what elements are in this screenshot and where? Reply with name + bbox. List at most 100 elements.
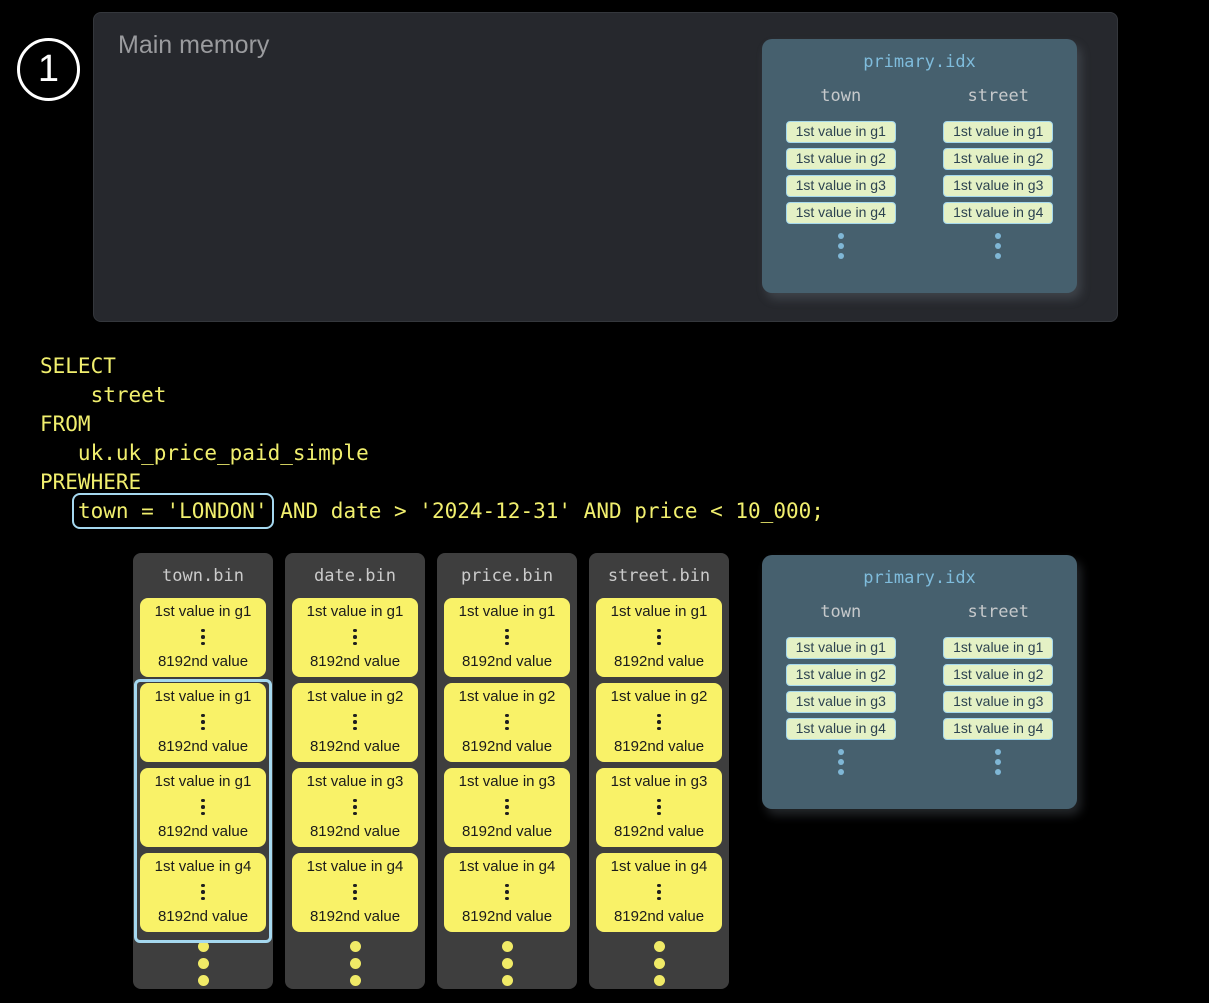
vertical-ellipsis-icon bbox=[657, 626, 661, 649]
dot bbox=[505, 890, 509, 894]
index-entry: 1st value in g4 bbox=[786, 202, 896, 224]
dot bbox=[201, 642, 205, 646]
column-header-street: street bbox=[920, 602, 1078, 622]
granule: 1st value in g4 8192nd value bbox=[292, 853, 418, 932]
index-entries: 1st value in g1 1st value in g2 1st valu… bbox=[920, 637, 1078, 740]
index-entry: 1st value in g2 bbox=[943, 148, 1053, 170]
dot bbox=[198, 941, 209, 952]
granule: 1st value in g3 8192nd value bbox=[596, 768, 722, 847]
granule: 1st value in g4 8192nd value bbox=[140, 853, 266, 932]
granule-first-value: 1st value in g1 bbox=[611, 604, 708, 621]
vertical-ellipsis-icon bbox=[201, 711, 205, 734]
granule-first-value: 1st value in g4 bbox=[459, 859, 556, 876]
column-header-town: town bbox=[762, 602, 920, 622]
step-number: 1 bbox=[38, 48, 59, 91]
dot bbox=[505, 805, 509, 809]
vertical-ellipsis-icon bbox=[505, 881, 509, 904]
dot bbox=[505, 714, 509, 718]
dot bbox=[201, 812, 205, 816]
index-entry: 1st value in g3 bbox=[943, 175, 1053, 197]
granule: 1st value in g2 8192nd value bbox=[292, 683, 418, 762]
index-entries: 1st value in g1 1st value in g2 1st valu… bbox=[762, 637, 920, 740]
granule-first-value: 1st value in g4 bbox=[307, 859, 404, 876]
primary-idx-column-town: town 1st value in g1 1st value in g2 1st… bbox=[762, 72, 920, 263]
column-header-town: town bbox=[762, 86, 920, 106]
dot bbox=[995, 233, 1001, 239]
dot bbox=[838, 769, 844, 775]
dot bbox=[657, 714, 661, 718]
granule: 1st value in g1 8192nd value bbox=[140, 598, 266, 677]
dot bbox=[654, 941, 665, 952]
index-entry: 1st value in g1 bbox=[943, 121, 1053, 143]
index-entry: 1st value in g4 bbox=[786, 718, 896, 740]
dot bbox=[838, 233, 844, 239]
granule-last-value: 8192nd value bbox=[614, 654, 704, 671]
granule: 1st value in g3 8192nd value bbox=[292, 768, 418, 847]
granule-first-value: 1st value in g4 bbox=[155, 859, 252, 876]
dot bbox=[353, 720, 357, 724]
granule-first-value: 1st value in g1 bbox=[155, 604, 252, 621]
column-file-town-bin: town.bin 1st value in g1 8192nd value 1s… bbox=[133, 553, 273, 989]
index-entry: 1st value in g1 bbox=[943, 637, 1053, 659]
index-entry: 1st value in g3 bbox=[786, 691, 896, 713]
dot bbox=[353, 890, 357, 894]
granule: 1st value in g1 8192nd value bbox=[292, 598, 418, 677]
dot bbox=[657, 799, 661, 803]
dot bbox=[838, 243, 844, 249]
dot bbox=[505, 629, 509, 633]
dot bbox=[353, 714, 357, 718]
dot bbox=[353, 635, 357, 639]
primary-idx-panel-top: primary.idx town 1st value in g1 1st val… bbox=[762, 39, 1077, 293]
index-entry: 1st value in g3 bbox=[786, 175, 896, 197]
granule-list: 1st value in g1 8192nd value 1st value i… bbox=[589, 598, 729, 932]
vertical-ellipsis-icon bbox=[353, 711, 357, 734]
dot bbox=[353, 799, 357, 803]
vertical-ellipsis-icon bbox=[201, 796, 205, 819]
dot bbox=[502, 941, 513, 952]
dot bbox=[657, 727, 661, 731]
index-entry: 1st value in g1 bbox=[786, 121, 896, 143]
dot bbox=[654, 958, 665, 969]
dot bbox=[201, 635, 205, 639]
dot bbox=[505, 727, 509, 731]
granule-first-value: 1st value in g2 bbox=[611, 689, 708, 706]
granule-list: 1st value in g1 8192nd value 1st value i… bbox=[437, 598, 577, 932]
vertical-ellipsis-icon bbox=[505, 796, 509, 819]
vertical-ellipsis-icon bbox=[762, 233, 920, 259]
granule-last-value: 8192nd value bbox=[310, 909, 400, 926]
granule-first-value: 1st value in g2 bbox=[307, 689, 404, 706]
granule: 1st value in g1 8192nd value bbox=[140, 768, 266, 847]
dot bbox=[350, 941, 361, 952]
column-file-price-bin: price.bin 1st value in g1 8192nd value 1… bbox=[437, 553, 577, 989]
vertical-ellipsis-icon bbox=[437, 941, 577, 986]
dot bbox=[657, 812, 661, 816]
dot bbox=[198, 958, 209, 969]
granule-first-value: 1st value in g3 bbox=[459, 774, 556, 791]
dot bbox=[995, 759, 1001, 765]
vertical-ellipsis-icon bbox=[353, 626, 357, 649]
dot bbox=[838, 759, 844, 765]
vertical-ellipsis-icon bbox=[201, 626, 205, 649]
granule-last-value: 8192nd value bbox=[158, 654, 248, 671]
diagram-canvas: 1 Main memory primary.idx town 1st value… bbox=[0, 0, 1209, 1003]
granule: 1st value in g1 8192nd value bbox=[596, 598, 722, 677]
dot bbox=[657, 629, 661, 633]
granule: 1st value in g2 8192nd value bbox=[444, 683, 570, 762]
dot bbox=[505, 799, 509, 803]
column-file-title: date.bin bbox=[285, 553, 425, 586]
granule-last-value: 8192nd value bbox=[614, 824, 704, 841]
dot bbox=[657, 635, 661, 639]
granule-last-value: 8192nd value bbox=[310, 824, 400, 841]
granule-last-value: 8192nd value bbox=[614, 909, 704, 926]
vertical-ellipsis-icon bbox=[285, 941, 425, 986]
vertical-ellipsis-icon bbox=[657, 711, 661, 734]
granule-last-value: 8192nd value bbox=[462, 654, 552, 671]
granule: 1st value in g4 8192nd value bbox=[596, 853, 722, 932]
dot bbox=[657, 805, 661, 809]
granule: 1st value in g1 8192nd value bbox=[140, 683, 266, 762]
dot bbox=[505, 812, 509, 816]
dot bbox=[505, 635, 509, 639]
granule-last-value: 8192nd value bbox=[310, 739, 400, 756]
granule-first-value: 1st value in g1 bbox=[155, 689, 252, 706]
dot bbox=[201, 799, 205, 803]
